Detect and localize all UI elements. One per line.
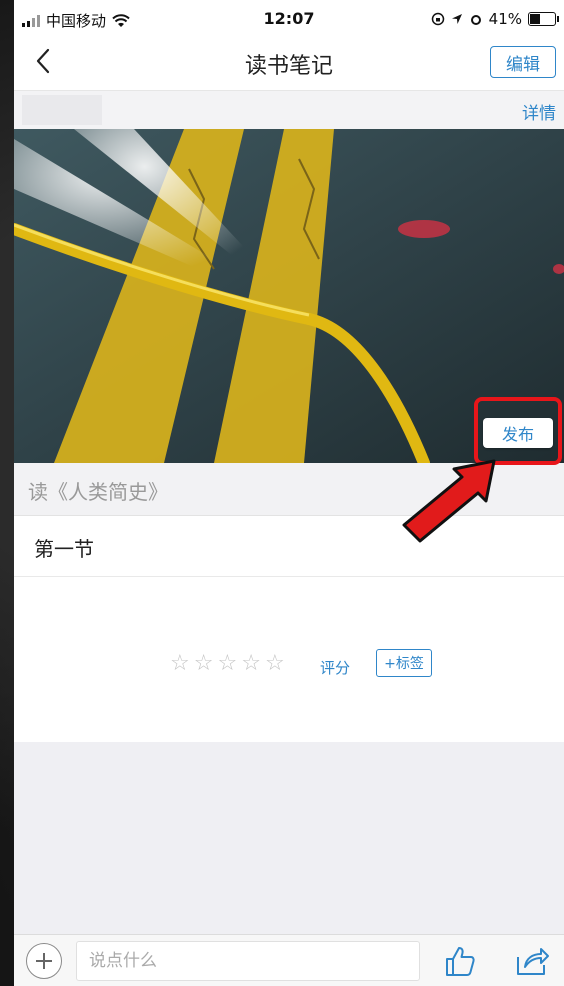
star-icon[interactable]: ☆ [241,653,261,675]
annotation-arrow-icon [402,459,496,543]
status-indicators: 41% [431,10,559,28]
share-button[interactable] [514,943,550,979]
like-button[interactable] [442,943,478,979]
phone-screen: 中国移动 12:07 41% 读书笔记 编辑 详情 读《人类简史》 第一节 ☆ … [14,0,564,986]
star-icon[interactable]: ☆ [265,653,285,675]
details-row: 详情 [14,91,564,129]
rating-area: ☆ ☆ ☆ ☆ ☆ 评分 +标签 [14,577,564,742]
share-icon [517,948,549,975]
rate-label[interactable]: 评分 [320,657,350,678]
author-placeholder [22,95,102,125]
battery-percent: 41% [488,10,522,28]
thumbs-up-icon [446,947,475,976]
location-icon [451,14,462,24]
details-link[interactable]: 详情 [522,99,556,124]
star-icon[interactable]: ☆ [194,653,214,675]
star-rating[interactable]: ☆ ☆ ☆ ☆ ☆ [170,653,285,675]
add-tag-button[interactable]: +标签 [376,649,432,677]
section-title: 第一节 [34,537,94,561]
star-icon[interactable]: ☆ [217,653,237,675]
battery-icon [528,12,559,26]
add-button[interactable] [26,943,62,979]
star-icon[interactable]: ☆ [170,653,190,675]
status-bar: 中国移动 12:07 41% [14,0,564,38]
rotation-lock-icon [431,12,444,26]
book-title: 读《人类简史》 [28,480,168,504]
plus-icon [36,953,52,969]
alarm-icon [470,15,481,25]
empty-area [14,742,564,934]
comment-input[interactable] [76,941,420,981]
page-title: 读书笔记 [244,54,333,79]
bottom-bar [14,934,564,986]
edit-button[interactable]: 编辑 [490,46,556,78]
nav-bar: 读书笔记 编辑 [14,38,564,91]
